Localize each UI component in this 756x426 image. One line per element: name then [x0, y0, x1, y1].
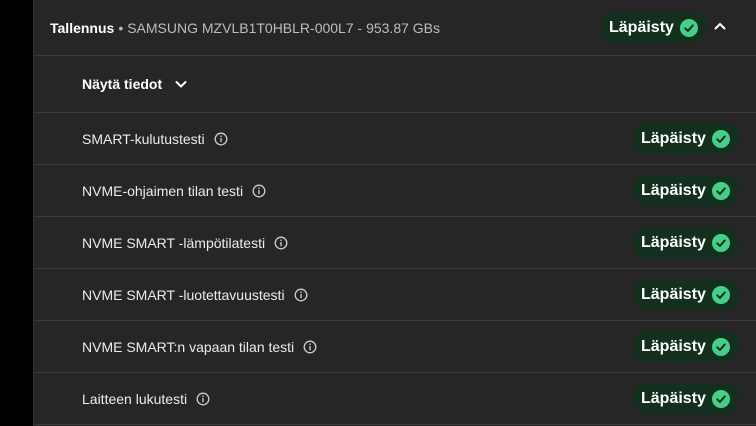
status-label: Läpäisty [641, 337, 706, 355]
test-status-badge: Läpäisty [633, 123, 739, 154]
test-status-badge: Läpäisty [633, 383, 739, 414]
info-icon[interactable] [252, 184, 266, 198]
storage-device-name: SAMSUNG MZVLB1T0HBLR-000L7 - 953.87 GBs [127, 19, 441, 36]
test-row: NVME SMART -lämpötilatesti Läpäisty [34, 217, 756, 269]
test-row: NVME SMART -luotettavuustesti Läpäisty [34, 269, 756, 321]
test-status-badge: Läpäisty [633, 279, 739, 310]
info-icon[interactable] [214, 132, 228, 146]
storage-category: Tallennus [50, 19, 115, 36]
check-circle-icon [711, 337, 730, 356]
chevron-down-icon[interactable] [174, 77, 188, 91]
show-details-toggle[interactable]: Näytä tiedot [34, 56, 756, 113]
chevron-up-icon[interactable] [712, 18, 728, 34]
status-label: Läpäisty [641, 285, 706, 303]
status-label: Läpäisty [641, 181, 706, 199]
status-label: Läpäisty [641, 129, 706, 147]
test-name: NVME SMART -luotettavuustesti [82, 286, 285, 303]
test-name: NVME SMART -lämpötilatesti [82, 234, 266, 251]
test-status-badge: Läpäisty [633, 175, 739, 206]
show-details-label: Näytä tiedot [82, 76, 163, 92]
header-separator: • [118, 19, 124, 36]
test-name: NVME-ohjaimen tilan testi [82, 182, 244, 199]
info-icon[interactable] [196, 392, 210, 406]
check-circle-icon [711, 181, 730, 200]
info-icon[interactable] [274, 236, 288, 250]
check-circle-icon [711, 389, 730, 408]
test-row: NVME-ohjaimen tilan testi Läpäisty [34, 165, 756, 217]
test-name: SMART-kulutustesti [82, 130, 205, 147]
status-label: Läpäisty [609, 18, 674, 36]
test-row: SMART-kulutustesti Läpäisty [34, 113, 756, 165]
test-name: Laitteen lukutesti [82, 390, 188, 407]
status-label: Läpäisty [641, 389, 706, 407]
status-label: Läpäisty [641, 233, 706, 251]
storage-header[interactable]: Tallennus • SAMSUNG MZVLB1T0HBLR-000L7 -… [34, 0, 756, 56]
test-status-badge: Läpäisty [633, 227, 739, 258]
test-row: NVME SMART:n vapaan tilan testi Läpäisty [34, 321, 756, 373]
check-circle-icon [711, 233, 730, 252]
status-badge: Läpäisty [601, 12, 707, 43]
test-status-badge: Läpäisty [633, 331, 739, 362]
storage-test-panel: Tallennus • SAMSUNG MZVLB1T0HBLR-000L7 -… [33, 0, 756, 426]
info-icon[interactable] [294, 288, 308, 302]
info-icon[interactable] [303, 340, 317, 354]
check-circle-icon [711, 129, 730, 148]
test-name: NVME SMART:n vapaan tilan testi [82, 338, 295, 355]
check-circle-icon [679, 18, 698, 37]
test-row: Laitteen lukutesti Läpäisty [34, 373, 756, 425]
check-circle-icon [711, 285, 730, 304]
